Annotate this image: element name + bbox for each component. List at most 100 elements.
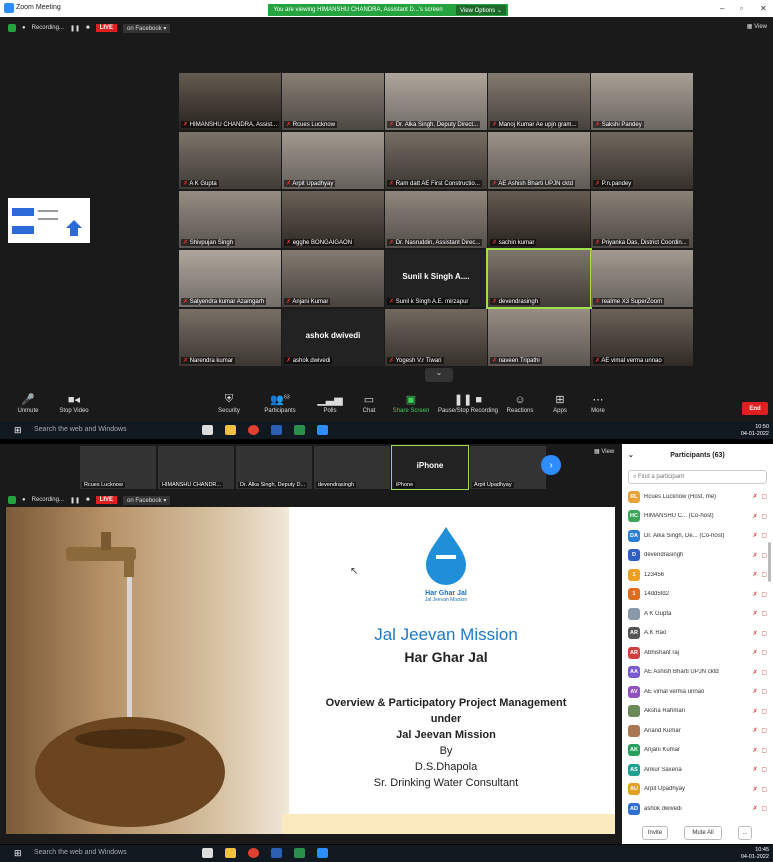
video-tile[interactable]: ✗ Dr. Nasruddin, Assistant Direc... bbox=[385, 191, 487, 248]
strip-tile[interactable]: iPhone iPhone bbox=[391, 445, 469, 490]
video-tile[interactable]: ✗ A K Gupta bbox=[179, 132, 281, 189]
share-screen-button[interactable]: ▣ Share Screen bbox=[392, 388, 430, 424]
task-view-icon[interactable] bbox=[202, 425, 213, 435]
windows-start-icon[interactable]: ⊞ bbox=[14, 848, 22, 859]
reactions-button[interactable]: ☺ Reactions bbox=[506, 388, 534, 424]
find-participant-input[interactable]: ⌕ Find a participant bbox=[628, 470, 767, 484]
facebook-stream-menu[interactable]: on Facebook ▾ bbox=[123, 495, 171, 505]
polls-button[interactable]: ▁▃▅ Polls bbox=[317, 388, 342, 424]
video-tile[interactable]: ashok dwivedi ✗ ashok dwivedi bbox=[282, 309, 384, 366]
participant-row[interactable]: AR A.K Rao ✗ ▢ bbox=[628, 625, 768, 642]
excel-icon[interactable] bbox=[294, 848, 305, 858]
security-button[interactable]: ⛨ Security bbox=[214, 388, 244, 424]
video-tile[interactable]: ✗ Arpit Upadhyay bbox=[282, 132, 384, 189]
shared-screen-thumbnail[interactable] bbox=[8, 198, 90, 243]
taskbar-search[interactable]: Search the web and Windows bbox=[34, 426, 127, 433]
mic-video-status-icon[interactable]: ✗ ▢ bbox=[753, 786, 768, 793]
pause-recording-icon[interactable]: ❚❚ bbox=[70, 497, 80, 504]
windows-start-icon[interactable]: ⊞ bbox=[14, 425, 22, 436]
task-view-icon[interactable] bbox=[202, 848, 213, 858]
view-button[interactable]: ▦ View bbox=[747, 23, 767, 30]
unmute-button[interactable]: 🎤 Unmute bbox=[14, 388, 42, 424]
excel-icon[interactable] bbox=[294, 425, 305, 435]
participant-row[interactable]: AV AE vimal verma unnao ✗ ▢ bbox=[628, 683, 768, 700]
mic-video-status-icon[interactable]: ✗ ▢ bbox=[753, 708, 768, 715]
video-tile[interactable]: ✗ HIMANSHU CHANDRA, Assist... bbox=[179, 73, 281, 130]
pause-recording-icon[interactable]: ❚❚ bbox=[70, 25, 80, 32]
mic-video-status-icon[interactable]: ✗ ▢ bbox=[753, 727, 768, 734]
video-tile[interactable]: ✗ egghe BONGAIGAON bbox=[282, 191, 384, 248]
video-tile[interactable]: ✗ Narendra kumar bbox=[179, 309, 281, 366]
mic-video-status-icon[interactable]: ✗ ▢ bbox=[753, 571, 768, 578]
participant-row[interactable]: A K Gupta ✗ ▢ bbox=[628, 605, 768, 622]
video-tile[interactable]: ✗ Anjani Kumar bbox=[282, 250, 384, 307]
scrollbar[interactable] bbox=[768, 542, 771, 582]
mic-video-status-icon[interactable]: ✗ ▢ bbox=[753, 552, 768, 559]
participant-row[interactable]: RL Rcues Lucknow (Host, me) ✗ ▢ bbox=[628, 488, 768, 505]
mic-video-status-icon[interactable]: ✗ ▢ bbox=[753, 747, 768, 754]
participant-row[interactable]: HC HIMANSHU C... (Co-host) ✗ ▢ bbox=[628, 508, 768, 525]
video-tile[interactable]: ✗ Priyanka Das, District Coordin... bbox=[591, 191, 693, 248]
chat-button[interactable]: ▭ Chat bbox=[358, 388, 380, 424]
pause-stop-recording-button[interactable]: ❚❚ ■ Pause/Stop Recording bbox=[437, 388, 499, 424]
participant-row[interactable]: DA Dr. Alka Singh, De... (Co-host) ✗ ▢ bbox=[628, 527, 768, 544]
video-tile[interactable]: ✗ Rcues Lucknow bbox=[282, 73, 384, 130]
mic-video-status-icon[interactable]: ✗ ▢ bbox=[753, 493, 768, 500]
participants-button[interactable]: 👥63 Participants bbox=[260, 388, 300, 424]
facebook-stream-menu[interactable]: on Facebook ▾ bbox=[123, 23, 171, 33]
mic-video-status-icon[interactable]: ✗ ▢ bbox=[753, 591, 768, 598]
word-icon[interactable] bbox=[271, 425, 282, 435]
end-meeting-button[interactable]: End bbox=[742, 402, 768, 415]
video-tile[interactable]: ✗ AE Ashish Bharti UPJN cktd bbox=[488, 132, 590, 189]
participant-row[interactable]: AS Ankur Saxena ✗ ▢ bbox=[628, 761, 768, 778]
strip-tile[interactable]: Rcues Lucknow bbox=[80, 446, 156, 489]
video-tile[interactable]: Sunil k Singh A.... ✗ Sunil k Singh A.E. … bbox=[385, 250, 487, 307]
mic-video-status-icon[interactable]: ✗ ▢ bbox=[753, 688, 768, 695]
participant-row[interactable]: Aksha Rahman ✗ ▢ bbox=[628, 703, 768, 720]
participant-row[interactable]: Ddevendrasingh ✗ ▢ bbox=[628, 547, 768, 564]
mute-all-button[interactable]: Mute All bbox=[684, 826, 722, 840]
stop-recording-icon[interactable]: ■ bbox=[86, 497, 90, 503]
video-tile[interactable]: ✗ Ram datt AE First Constructio... bbox=[385, 132, 487, 189]
file-explorer-icon[interactable] bbox=[225, 848, 236, 858]
participant-row[interactable]: Anand Kumar ✗ ▢ bbox=[628, 722, 768, 739]
taskbar-search[interactable]: Search the web and Windows bbox=[34, 849, 127, 856]
video-tile[interactable]: ✗ Shivpujan Singh bbox=[179, 191, 281, 248]
chevron-down-icon[interactable]: ⌄ bbox=[628, 451, 634, 459]
video-tile[interactable]: ✗ sachin kumar bbox=[488, 191, 590, 248]
invite-button[interactable]: Invite bbox=[642, 826, 668, 840]
video-tile[interactable]: ✗ Dr. Alka Singh, Deputy Direct... bbox=[385, 73, 487, 130]
video-tile[interactable]: ✗ naveen Tripathi bbox=[488, 309, 590, 366]
participant-row[interactable]: AR Abhishant raj ✗ ▢ bbox=[628, 644, 768, 661]
strip-tile[interactable]: HIMANSHU CHANDR... bbox=[158, 446, 234, 489]
mic-video-status-icon[interactable]: ✗ ▢ bbox=[753, 513, 768, 520]
apps-button[interactable]: ⊞ Apps bbox=[550, 388, 570, 424]
stop-recording-icon[interactable]: ■ bbox=[86, 25, 90, 31]
video-tile[interactable]: ✗ realme X3 SuperZoom bbox=[591, 250, 693, 307]
more-options-button[interactable]: ... bbox=[738, 826, 752, 840]
strip-tile[interactable]: devendrasingh bbox=[314, 446, 390, 489]
participant-row[interactable]: 1 123456 ✗ ▢ bbox=[628, 566, 768, 583]
participant-row[interactable]: AA AE Ashish Bharti UPJN cktd ✗ ▢ bbox=[628, 664, 768, 681]
video-tile[interactable]: ✗ Sakshi Pandey bbox=[591, 73, 693, 130]
zoom-app-icon[interactable] bbox=[317, 848, 328, 858]
close-icon[interactable]: ✕ bbox=[760, 4, 767, 13]
mic-video-status-icon[interactable]: ✗ ▢ bbox=[753, 649, 768, 656]
stop-video-button[interactable]: ■◂ Stop Video bbox=[56, 388, 92, 424]
view-button[interactable]: ▦ View bbox=[594, 448, 614, 455]
mic-video-status-icon[interactable]: ✗ ▢ bbox=[753, 610, 768, 617]
participant-row[interactable]: AD ashok dwivedi ✗ ▢ bbox=[628, 800, 768, 817]
participant-row[interactable]: AU Arpit Upadhyay ✗ ▢ bbox=[628, 781, 768, 798]
zoom-app-icon[interactable] bbox=[317, 425, 328, 435]
mic-video-status-icon[interactable]: ✗ ▢ bbox=[753, 805, 768, 812]
minimize-icon[interactable]: – bbox=[720, 4, 724, 13]
strip-tile[interactable]: Dr. Alka Singh, Deputy D... bbox=[236, 446, 312, 489]
video-tile[interactable]: ✗ Manoj Kumar Ae upjn gram... bbox=[488, 73, 590, 130]
chevron-right-icon[interactable]: › bbox=[541, 455, 561, 475]
video-tile[interactable]: ✗ P.n.pandey bbox=[591, 132, 693, 189]
file-explorer-icon[interactable] bbox=[225, 425, 236, 435]
chrome-icon[interactable] bbox=[248, 425, 259, 435]
more-button[interactable]: ⋯ More bbox=[588, 388, 608, 424]
mic-video-status-icon[interactable]: ✗ ▢ bbox=[753, 532, 768, 539]
word-icon[interactable] bbox=[271, 848, 282, 858]
